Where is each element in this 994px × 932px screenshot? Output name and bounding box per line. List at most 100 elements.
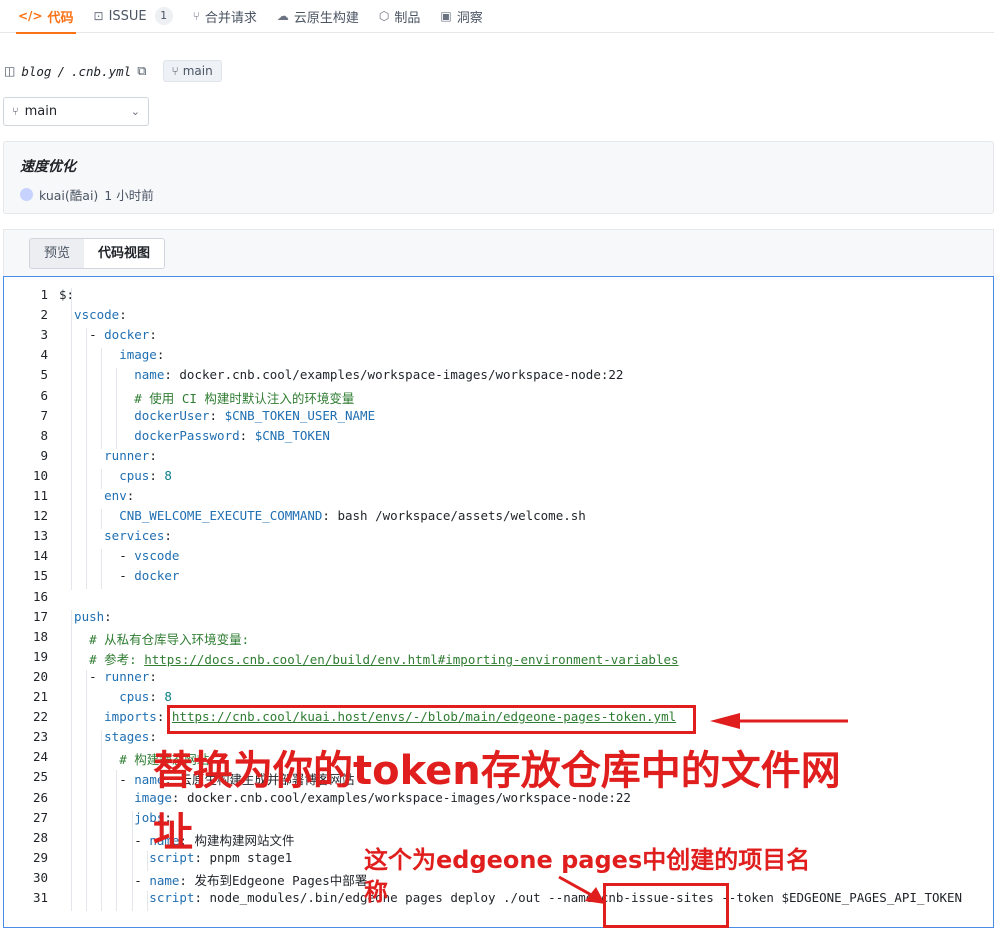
line-number[interactable]: 25 — [4, 769, 48, 784]
commit-title[interactable]: 速度优化 — [20, 156, 76, 176]
code-line: 7 dockerUser: $CNB_TOKEN_USER_NAME — [4, 408, 375, 428]
line-number[interactable]: 6 — [4, 388, 48, 403]
branch-tag[interactable]: ⑂ main — [162, 60, 222, 82]
tab-5[interactable]: ▣ 洞察 — [430, 0, 492, 33]
code-line: 18 # 从私有仓库导入环境变量: — [4, 629, 249, 649]
line-number[interactable]: 26 — [4, 790, 48, 805]
indent-guide — [146, 891, 148, 912]
breadcrumb: ◫ blog / .cnb.yml ⧉ ⑂ main — [4, 58, 222, 84]
line-number[interactable]: 7 — [4, 408, 48, 423]
line-number[interactable]: 4 — [4, 347, 48, 362]
tab-preview[interactable]: 预览 — [30, 239, 84, 268]
tab-0[interactable]: </> 代码 — [8, 0, 84, 34]
imports-highlight-box — [167, 705, 696, 734]
branch-select[interactable]: ⑂ main ⌄ — [3, 97, 149, 126]
line-number[interactable]: 16 — [4, 589, 48, 604]
code-line: 28 - name: 构建构建网站文件 — [4, 830, 295, 850]
tab-icon: ⊡ — [93, 9, 104, 23]
indent-guide — [101, 509, 103, 530]
line-number[interactable]: 18 — [4, 629, 48, 644]
indent-guide — [71, 609, 73, 912]
code-text: runner: — [59, 447, 157, 463]
code-line: 14 - vscode — [4, 548, 179, 568]
sidebar-toggle-icon[interactable]: ◫ — [4, 64, 15, 78]
tab-icon: ▣ — [440, 9, 452, 23]
line-number[interactable]: 3 — [4, 327, 48, 342]
file-view-toolbar: 预览 代码视图 — [3, 229, 994, 276]
branch-icon: ⑂ — [171, 64, 179, 78]
code-line: 8 dockerPassword: $CNB_TOKEN — [4, 428, 329, 448]
project-name-highlight-box — [603, 883, 729, 928]
issue-count-badge: 1 — [154, 7, 173, 25]
line-number[interactable]: 23 — [4, 729, 48, 744]
indent-guide — [86, 328, 88, 590]
line-number[interactable]: 14 — [4, 548, 48, 563]
indent-guide — [101, 348, 103, 449]
tab-icon: ☁ — [276, 9, 289, 23]
line-number[interactable]: 29 — [4, 850, 48, 865]
file-name: .cnb.yml — [70, 63, 132, 79]
code-line: 23 stages: — [4, 729, 157, 749]
code-text: stages: — [59, 729, 157, 745]
line-number[interactable]: 21 — [4, 689, 48, 704]
code-line: 26 image: docker.cnb.cool/examples/works… — [4, 790, 631, 810]
line-number[interactable]: 17 — [4, 609, 48, 624]
code-text: push: — [59, 608, 112, 624]
line-number[interactable]: 22 — [4, 709, 48, 724]
tab-4[interactable]: ⬡ 制品 — [369, 0, 431, 33]
line-number[interactable]: 2 — [4, 307, 48, 322]
code-line: 15 - docker — [4, 568, 179, 588]
line-number[interactable]: 12 — [4, 508, 48, 523]
line-number[interactable]: 19 — [4, 649, 48, 664]
tab-label: 制品 — [394, 10, 421, 26]
tab-2[interactable]: ⑂ 合并请求 — [183, 0, 267, 33]
line-number[interactable]: 28 — [4, 830, 48, 845]
code-line: 3 - docker: — [4, 327, 156, 347]
repo-link[interactable]: blog — [21, 64, 51, 79]
tab-icon: ⬡ — [378, 9, 390, 23]
line-number[interactable]: 11 — [4, 488, 48, 503]
line-number[interactable]: 31 — [4, 890, 48, 905]
tab-1[interactable]: ⊡ ISSUE 1 — [84, 0, 183, 33]
line-number[interactable]: 5 — [4, 367, 48, 382]
avatar — [20, 188, 33, 201]
indent-guide — [101, 468, 103, 489]
code-text: CNB_WELCOME_EXECUTE_COMMAND: bash /works… — [59, 508, 586, 524]
code-text: name: docker.cnb.cool/examples/workspace… — [59, 367, 624, 383]
line-number[interactable]: 30 — [4, 870, 48, 885]
tab-label: 代码 — [47, 10, 74, 26]
line-number[interactable]: 20 — [4, 669, 48, 684]
line-number[interactable]: 8 — [4, 428, 48, 443]
code-text: - runner: — [59, 668, 157, 684]
tab-3[interactable]: ☁ 云原生构建 — [267, 0, 369, 33]
code-text: # 从私有仓库导入环境变量: — [59, 631, 250, 647]
line-number[interactable]: 24 — [4, 749, 48, 764]
code-viewer: 1 $: 2 vscode: 3 - docker: 4 image: 5 name: d… — [3, 276, 994, 928]
code-line: 12 CNB_WELCOME_EXECUTE_COMMAND: bash /wo… — [4, 508, 586, 528]
code-line: 17 push: — [4, 609, 112, 629]
code-line: 9 runner: — [4, 448, 156, 468]
line-number[interactable]: 1 — [4, 287, 48, 302]
code-line: 31 script: node_modules/.bin/edgeone pag… — [4, 890, 962, 910]
code-line: 24 # 构建静态网站 — [4, 749, 209, 769]
code-text: - docker: — [59, 327, 157, 343]
annotation-project-hint: 这个为edgeone pages中创建的项目名 — [364, 846, 811, 874]
code-line: 27 jobs: — [4, 810, 172, 830]
code-text: - docker — [59, 568, 180, 584]
line-number[interactable]: 13 — [4, 528, 48, 543]
line-number[interactable]: 9 — [4, 448, 48, 463]
indent-guide — [71, 288, 73, 590]
line-number[interactable]: 10 — [4, 468, 48, 483]
tab-code-view[interactable]: 代码视图 — [84, 239, 165, 268]
commit-info: 速度优化 kuai(酷ai) 1 小时前 — [3, 141, 994, 214]
commit-author[interactable]: kuai(酷ai) — [39, 185, 98, 204]
indent-guide — [86, 669, 88, 912]
tab-label: 云原生构建 — [293, 10, 359, 26]
copy-icon[interactable]: ⧉ — [137, 64, 146, 79]
line-number[interactable]: 27 — [4, 810, 48, 825]
line-number[interactable]: 15 — [4, 568, 48, 583]
code-line: 13 services: — [4, 528, 172, 548]
annotation-project-hint-cont: 称 — [364, 878, 388, 906]
tab-label: ISSUE — [108, 8, 147, 24]
code-line: 29 script: pnpm stage1 — [4, 850, 292, 870]
